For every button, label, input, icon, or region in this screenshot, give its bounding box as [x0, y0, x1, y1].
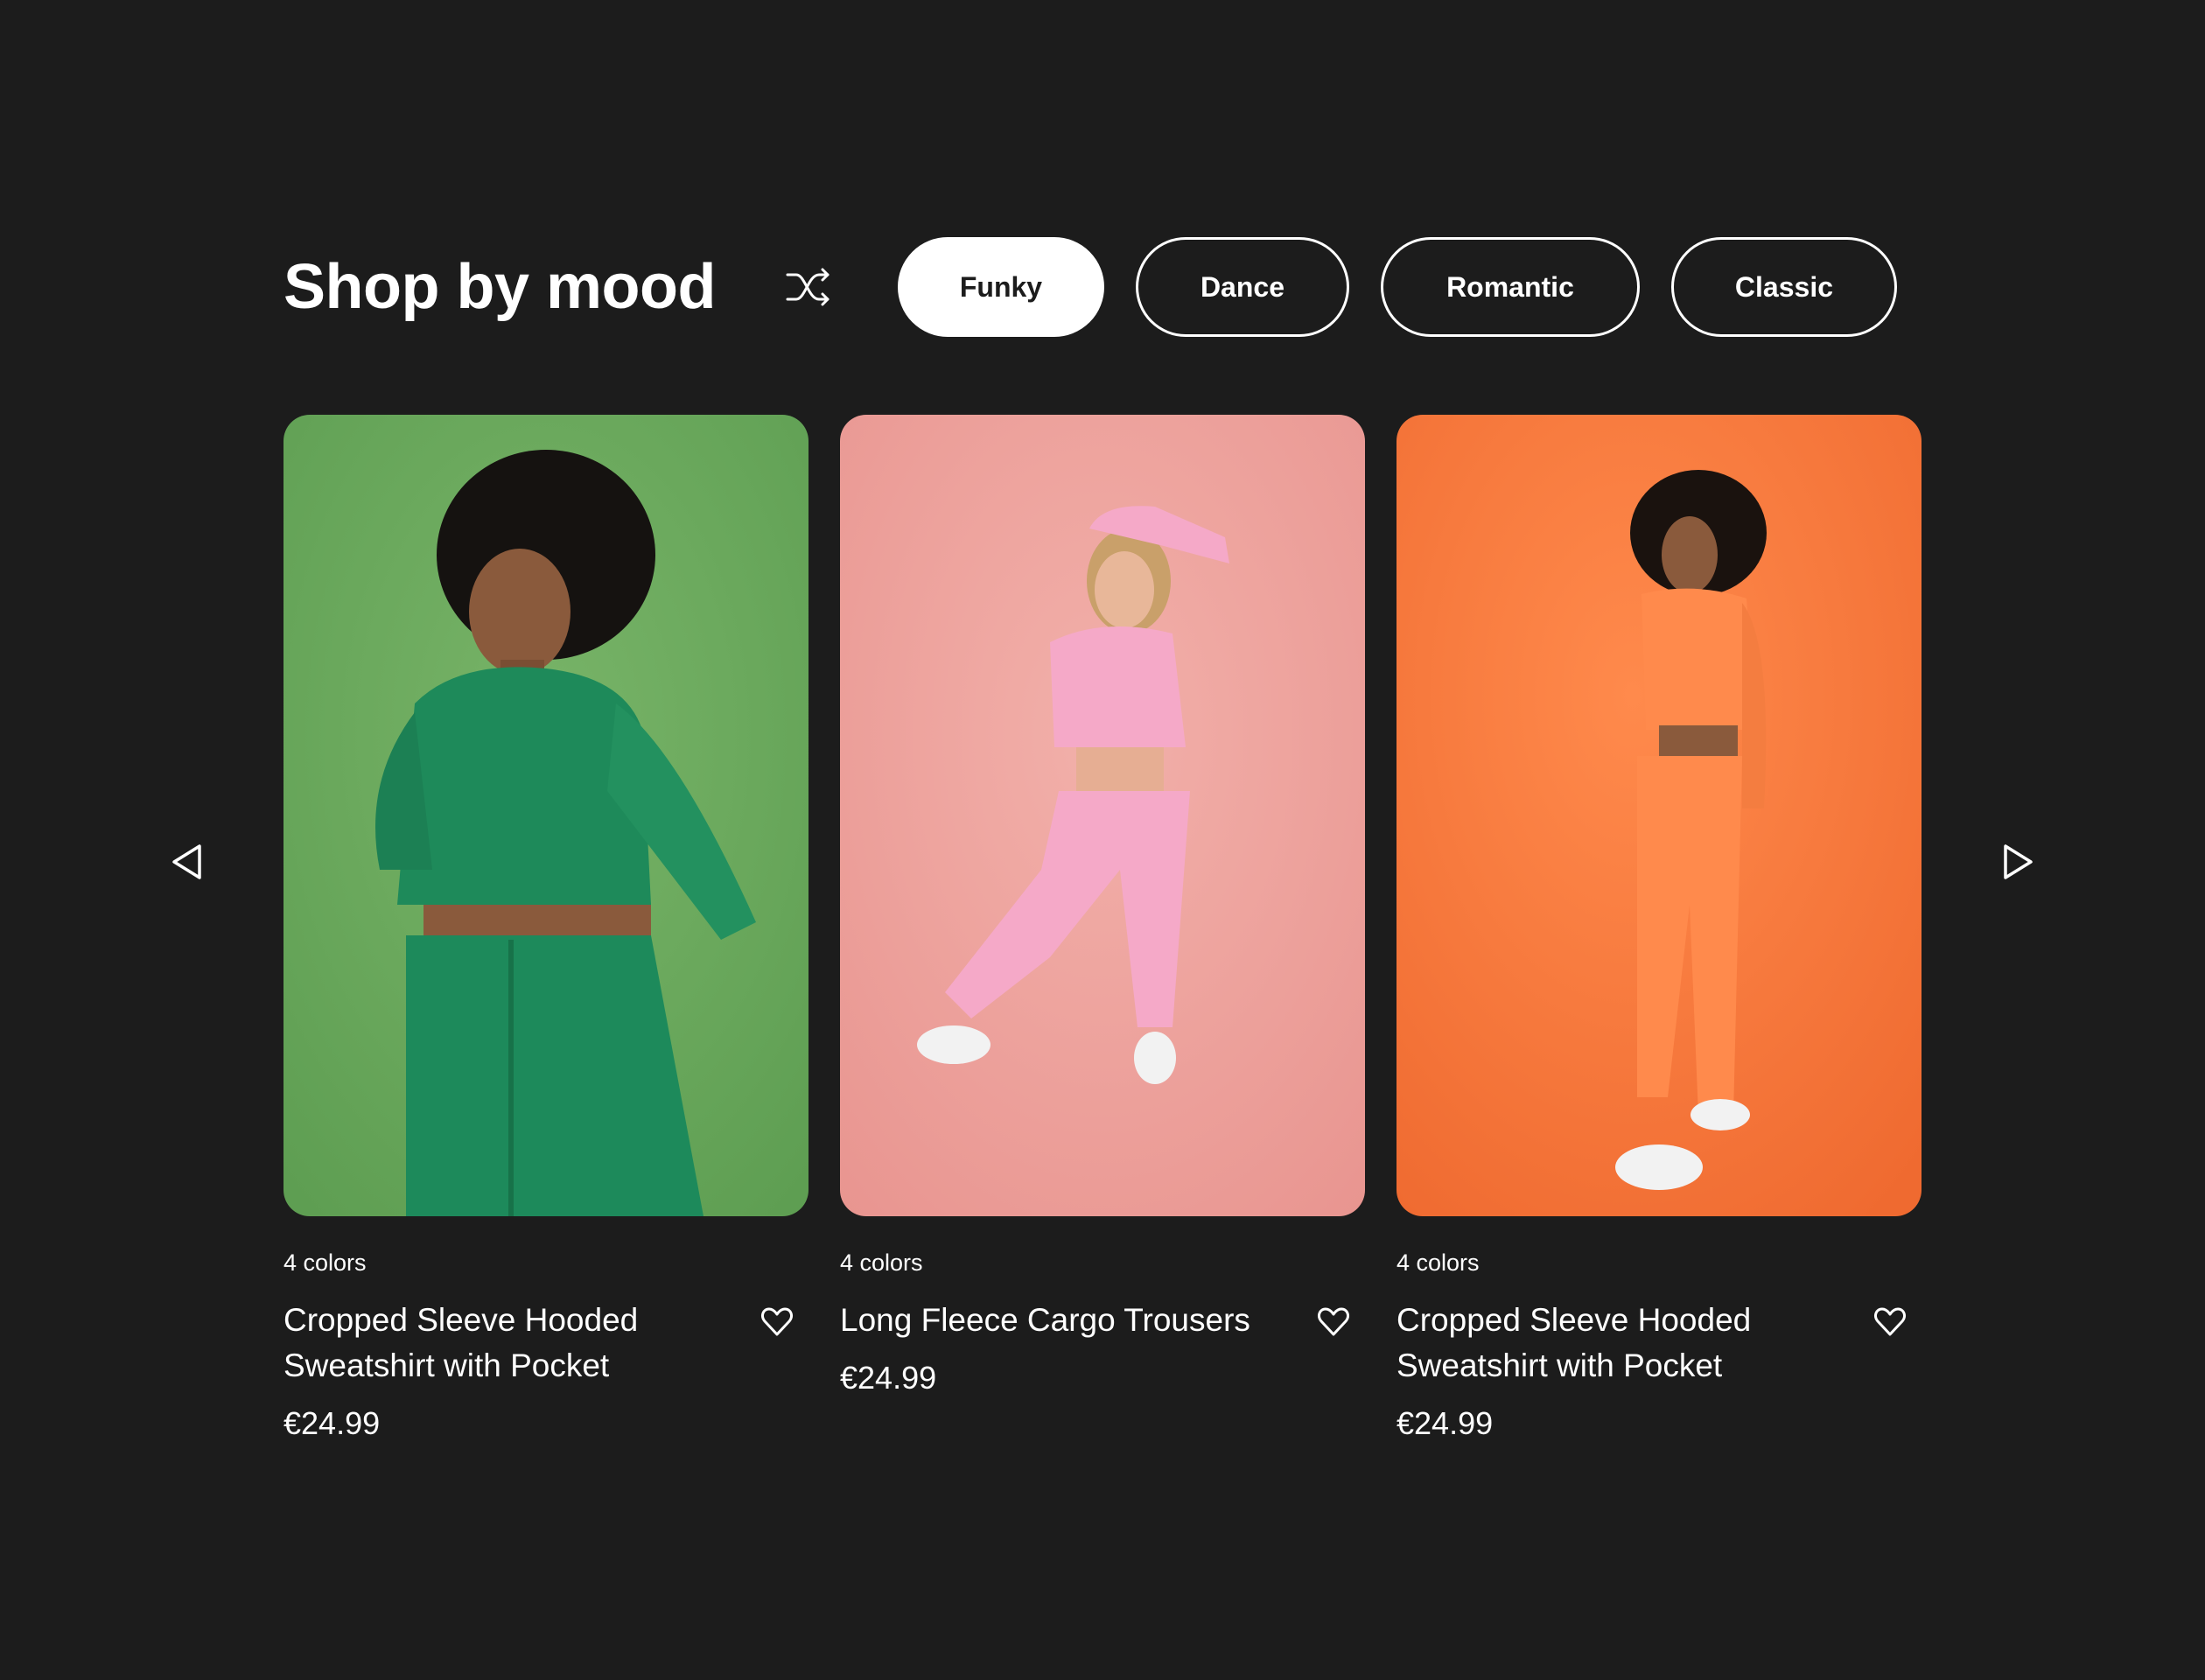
- product-color-count: 4 colors: [840, 1250, 923, 1276]
- heart-icon[interactable]: [1316, 1305, 1351, 1340]
- product-name-row: Long Fleece Cargo Trousers: [840, 1298, 1365, 1343]
- product-name-row: Cropped Sleeve Hooded Sweatshirt with Po…: [1396, 1298, 1922, 1389]
- product-color-count: 4 colors: [284, 1250, 367, 1276]
- product-photo-illustration: [1396, 415, 1922, 1216]
- product-image[interactable]: [1396, 415, 1922, 1216]
- product-image[interactable]: [840, 415, 1365, 1216]
- shop-by-mood-section: Shop by mood Funky Dance Romantic Classi…: [0, 0, 2205, 1680]
- product-carousel: 4 colors Cropped Sleeve Hooded Sweatshir…: [284, 415, 1922, 1439]
- product-name[interactable]: Cropped Sleeve Hooded Sweatshirt with Po…: [284, 1298, 738, 1389]
- product-card: 4 colors Long Fleece Cargo Trousers €24.…: [840, 415, 1365, 1439]
- product-price: €24.99: [284, 1405, 381, 1441]
- product-name[interactable]: Long Fleece Cargo Trousers: [840, 1298, 1295, 1343]
- product-card: 4 colors Cropped Sleeve Hooded Sweatshir…: [284, 415, 808, 1439]
- mood-chip-romantic[interactable]: Romantic: [1380, 237, 1640, 337]
- product-name-row: Cropped Sleeve Hooded Sweatshirt with Po…: [284, 1298, 808, 1389]
- heart-icon[interactable]: [1872, 1305, 1908, 1340]
- mood-chip-dance[interactable]: Dance: [1135, 237, 1349, 337]
- product-price: €24.99: [1396, 1405, 1494, 1441]
- product-photo-illustration: [840, 415, 1365, 1216]
- product-info: 4 colors Cropped Sleeve Hooded Sweatshir…: [284, 1216, 808, 1439]
- shuffle-icon: [786, 268, 830, 306]
- product-info: 4 colors Cropped Sleeve Hooded Sweatshir…: [1396, 1216, 1922, 1439]
- triangle-right-icon: [2004, 844, 2033, 879]
- product-price: €24.99: [840, 1360, 937, 1396]
- shuffle-button[interactable]: [786, 264, 831, 310]
- carousel-next-button[interactable]: [1992, 836, 2044, 888]
- product-photo-illustration: [284, 415, 808, 1216]
- heart-icon[interactable]: [760, 1305, 794, 1340]
- product-image[interactable]: [284, 415, 808, 1216]
- product-color-count: 4 colors: [1396, 1250, 1480, 1276]
- product-info: 4 colors Long Fleece Cargo Trousers €24.…: [840, 1216, 1365, 1394]
- mood-chip-funky[interactable]: Funky: [897, 237, 1104, 337]
- carousel-prev-button[interactable]: [161, 836, 214, 888]
- mood-filter-group: Funky Dance Romantic Classic: [897, 237, 1897, 337]
- product-card: 4 colors Cropped Sleeve Hooded Sweatshir…: [1396, 415, 1922, 1439]
- section-header: Shop by mood Funky Dance Romantic Classi…: [284, 234, 1922, 340]
- mood-chip-classic[interactable]: Classic: [1670, 237, 1897, 337]
- triangle-left-icon: [172, 844, 201, 879]
- section-title: Shop by mood: [284, 252, 716, 322]
- product-name[interactable]: Cropped Sleeve Hooded Sweatshirt with Po…: [1396, 1298, 1852, 1389]
